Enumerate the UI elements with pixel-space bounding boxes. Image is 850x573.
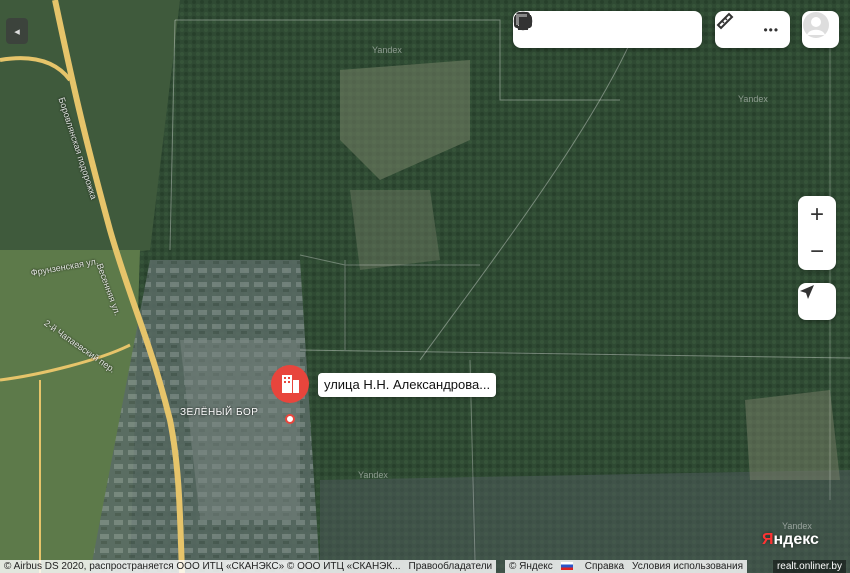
yandex-logo-rest: ндекс bbox=[773, 531, 819, 548]
map-canvas[interactable]: ◂ Боровлянская подорожка Фрунзенская ул.… bbox=[0, 0, 850, 573]
copyright-text: © Airbus DS 2020, распространяется ООО И… bbox=[4, 561, 401, 572]
yandex-copyright: © Яндекс bbox=[509, 561, 553, 572]
rights-holders-link[interactable]: Правообладатели bbox=[409, 560, 493, 573]
yandex-logo-first-letter: Я bbox=[762, 531, 774, 548]
zoom-control: + − bbox=[798, 196, 836, 270]
map-watermark: Yandex bbox=[372, 45, 402, 55]
camera-icon[interactable] bbox=[514, 13, 623, 46]
location-arrow-icon bbox=[800, 285, 814, 299]
panorama-icon[interactable] bbox=[515, 14, 587, 46]
map-watermark: Yandex bbox=[782, 521, 812, 531]
map-layers-toolbar bbox=[513, 11, 702, 48]
more-button[interactable]: ••• bbox=[756, 14, 786, 46]
map-tools-toolbar: ••• bbox=[715, 11, 790, 48]
language-flag-icon[interactable] bbox=[560, 560, 577, 573]
pin-label[interactable]: улица Н.Н. Александрова... bbox=[318, 373, 497, 397]
copyright-bar: © Airbus DS 2020, распространяется ООО И… bbox=[0, 560, 497, 573]
map-watermark: Yandex bbox=[358, 470, 388, 480]
collapse-panel-button[interactable]: ◂ bbox=[6, 18, 28, 44]
zoom-out-button[interactable]: − bbox=[798, 233, 836, 270]
user-avatar-icon bbox=[803, 12, 829, 38]
map-watermark: Yandex bbox=[738, 94, 768, 104]
ruler-icon[interactable] bbox=[716, 12, 749, 46]
site-watermark: realt.onliner.by bbox=[772, 560, 846, 573]
zoom-in-button[interactable]: + bbox=[798, 196, 836, 233]
district-label: ЗЕЛЁНЫЙ БОР bbox=[180, 407, 259, 418]
yandex-logo: Яндекс bbox=[762, 531, 819, 549]
bus-icon[interactable] bbox=[516, 12, 660, 46]
building-pin-icon bbox=[271, 365, 309, 424]
satellite-imagery bbox=[0, 0, 850, 573]
layers-stack-icon[interactable] bbox=[516, 14, 696, 46]
locate-me-button[interactable] bbox=[798, 283, 836, 320]
help-link[interactable]: Справка bbox=[585, 560, 624, 573]
terms-link[interactable]: Условия использования bbox=[632, 560, 743, 573]
yandex-footer: © Яндекс Справка Условия использования bbox=[505, 560, 748, 573]
user-avatar-button[interactable] bbox=[802, 11, 839, 48]
